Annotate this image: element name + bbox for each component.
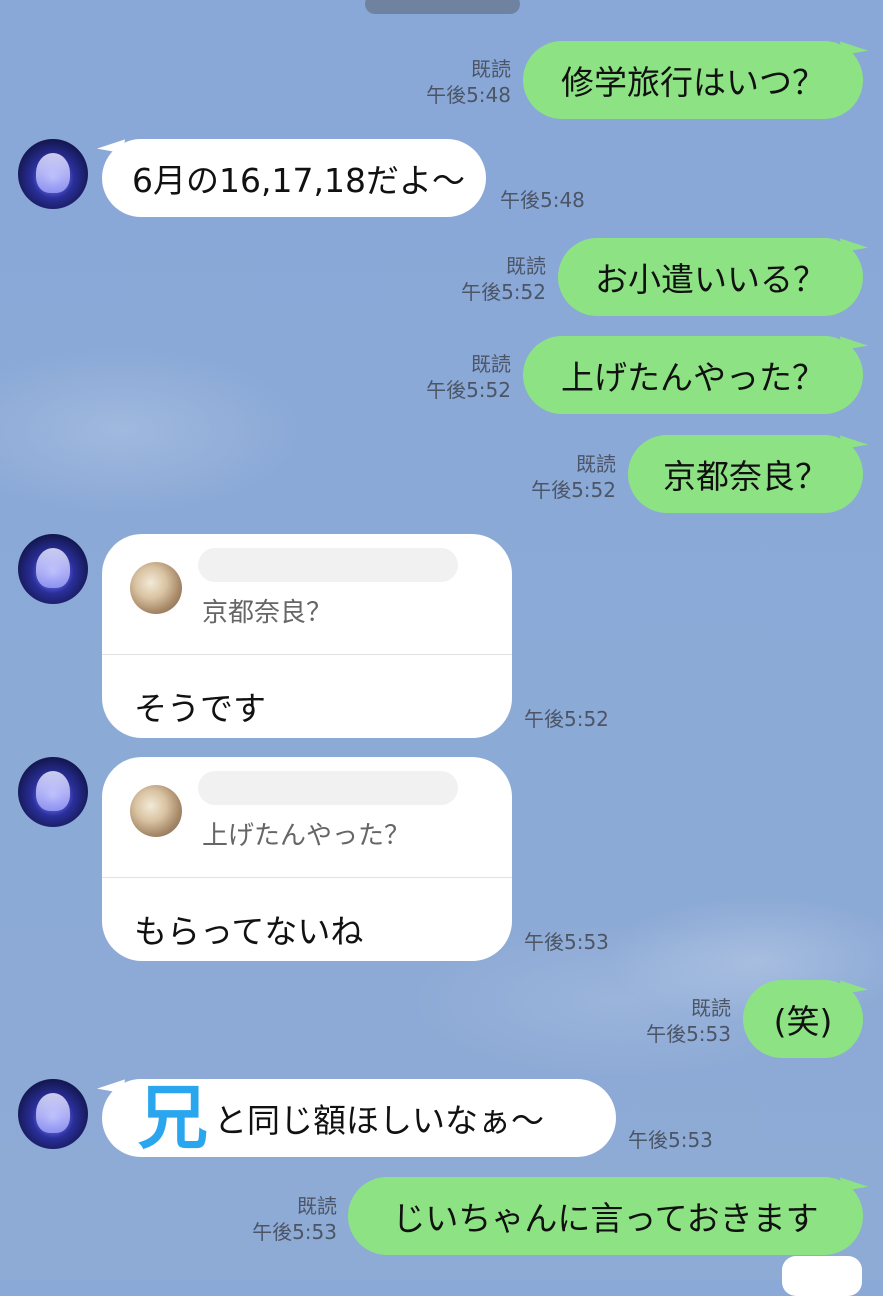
outgoing-message-bubble[interactable]: お小遣いいる？	[558, 238, 863, 316]
message-text: 修学旅行はいつ？	[561, 63, 825, 102]
read-receipt: 既読	[471, 352, 511, 376]
quoted-sender-avatar	[130, 562, 182, 614]
outgoing-message-bubble[interactable]: 京都奈良？	[628, 435, 863, 513]
read-receipt: 既読	[576, 452, 616, 476]
message-meta: 既読 午後5:53	[646, 995, 731, 1047]
quoted-message[interactable]: 京都奈良？	[102, 534, 512, 655]
incoming-message-bubble[interactable]: 兄 と同じ額ほしいなぁ〜	[102, 1079, 616, 1157]
reply-message-card[interactable]: 京都奈良？ そうです	[102, 534, 512, 738]
timestamp: 午後5:53	[252, 1220, 337, 1244]
read-receipt: 既読	[691, 996, 731, 1020]
quoted-sender-avatar	[130, 785, 182, 837]
message-text: そうです	[134, 689, 266, 728]
timestamp: 午後5:53	[646, 1022, 731, 1046]
message-text: じいちゃんに言っておきます	[392, 1199, 819, 1238]
read-receipt: 既読	[471, 57, 511, 81]
message-text: お小遣いいる？	[595, 260, 826, 299]
timestamp: 午後5:48	[426, 83, 511, 107]
timestamp: 午後5:53	[524, 930, 609, 954]
partial-message-bubble[interactable]	[782, 1256, 862, 1296]
sticker-text-overlay: 兄	[138, 1077, 208, 1159]
contact-avatar[interactable]	[18, 757, 88, 827]
contact-avatar[interactable]	[18, 534, 88, 604]
read-receipt: 既読	[297, 1194, 337, 1218]
outgoing-message-bubble[interactable]: (笑)	[743, 980, 863, 1058]
redacted-sender-name	[198, 548, 458, 582]
quoted-text: 京都奈良？	[202, 598, 333, 628]
read-receipt: 既読	[506, 254, 546, 278]
outgoing-message-bubble[interactable]: 修学旅行はいつ？	[523, 41, 863, 119]
timestamp: 午後5:52	[426, 378, 511, 402]
message-text: と同じ額ほしいなぁ〜	[214, 1101, 544, 1140]
outgoing-message-bubble[interactable]: 上げたんやった？	[523, 336, 863, 414]
message-text: 京都奈良？	[663, 457, 828, 496]
message-meta: 既読 午後5:53	[252, 1193, 337, 1245]
redacted-sender-name	[198, 771, 458, 805]
contact-avatar[interactable]	[18, 1079, 88, 1149]
timestamp: 午後5:48	[500, 188, 585, 212]
message-text: (笑)	[773, 1002, 833, 1041]
reply-message-card[interactable]: 上げたんやった？ もらってないね	[102, 757, 512, 961]
quoted-message[interactable]: 上げたんやった？	[102, 757, 512, 878]
message-text: 上げたんやった？	[561, 358, 825, 397]
message-meta: 既読 午後5:52	[531, 451, 616, 503]
message-meta: 既読 午後5:48	[426, 56, 511, 108]
timestamp: 午後5:52	[524, 707, 609, 731]
drag-handle[interactable]	[365, 0, 520, 14]
quoted-text: 上げたんやった？	[202, 821, 411, 851]
outgoing-message-bubble[interactable]: じいちゃんに言っておきます	[348, 1177, 863, 1255]
message-meta: 既読 午後5:52	[461, 253, 546, 305]
timestamp: 午後5:52	[531, 478, 616, 502]
message-text: 6月の16,17,18だよ〜	[132, 161, 465, 200]
message-meta: 既読 午後5:52	[426, 351, 511, 403]
timestamp: 午後5:53	[628, 1128, 713, 1152]
timestamp: 午後5:52	[461, 280, 546, 304]
contact-avatar[interactable]	[18, 139, 88, 209]
message-text: もらってないね	[134, 912, 364, 951]
incoming-message-bubble[interactable]: 6月の16,17,18だよ〜	[102, 139, 486, 217]
